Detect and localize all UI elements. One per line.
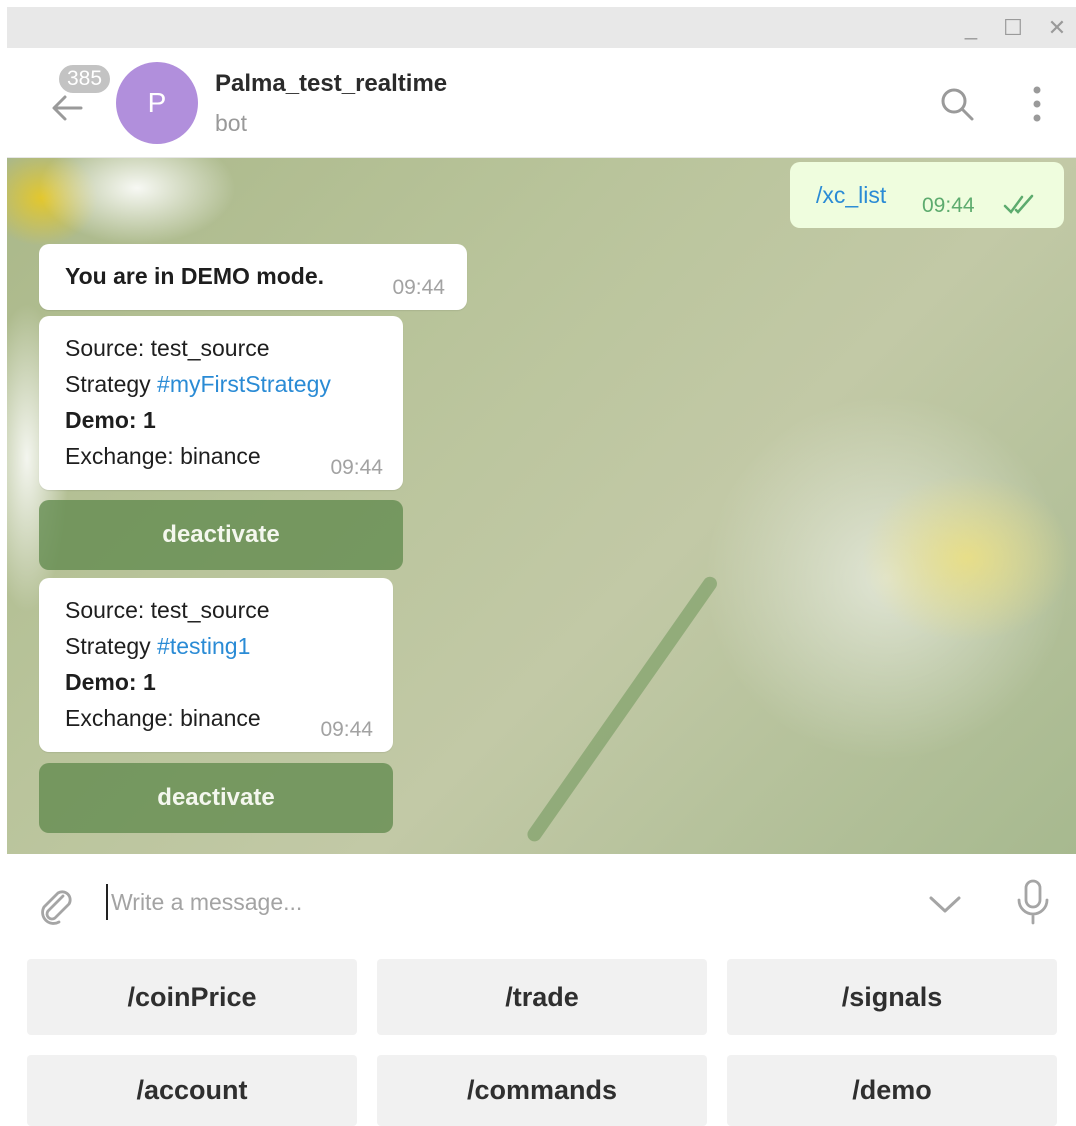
source-line: Source: test_source: [65, 597, 270, 623]
microphone-icon: [1017, 879, 1049, 925]
search-icon: [941, 88, 974, 121]
message-time: 09:44: [392, 276, 445, 299]
chat-status: bot: [215, 110, 247, 136]
message-text[interactable]: /xc_list: [816, 182, 886, 209]
voice-record-button[interactable]: [1013, 878, 1053, 926]
message-input[interactable]: [111, 880, 891, 924]
close-icon: ✕: [1047, 14, 1067, 40]
keyboard-button-signals[interactable]: /signals: [727, 959, 1057, 1035]
demo-line: Demo: 1: [65, 402, 377, 438]
incoming-message[interactable]: You are in DEMO mode. 09:44: [39, 244, 467, 310]
attach-button[interactable]: [33, 882, 77, 926]
close-button[interactable]: ✕: [1037, 7, 1076, 48]
double-check-icon: [1003, 194, 1034, 214]
more-menu-button[interactable]: [1019, 84, 1055, 124]
strategy-line: Strategy #testing1: [65, 628, 367, 664]
keyboard-button-demo[interactable]: /demo: [727, 1055, 1057, 1126]
keyboard-button-commands[interactable]: /commands: [377, 1055, 707, 1126]
message-time: 09:44: [330, 456, 383, 479]
strategy-hashtag-link[interactable]: #testing1: [157, 633, 250, 659]
toggle-keyboard-button[interactable]: [925, 884, 965, 924]
strategy-label: Strategy: [65, 371, 158, 397]
minimize-button[interactable]: _: [951, 7, 991, 48]
chevron-down-icon: [929, 896, 961, 913]
keyboard-button-account[interactable]: /account: [27, 1055, 357, 1126]
strategy-label: Strategy: [65, 633, 158, 659]
chat-header: 385 P Palma_test_realtime bot: [7, 48, 1076, 158]
keyboard-button-coinprice[interactable]: /coinPrice: [27, 959, 357, 1035]
demo-value: Demo: 1: [65, 407, 156, 433]
incoming-message[interactable]: Source: test_source Strategy #myFirstStr…: [39, 316, 403, 490]
maximize-icon: ☐: [1003, 14, 1023, 40]
outgoing-message[interactable]: /xc_list 09:44: [790, 162, 1064, 228]
demo-value: Demo: 1: [65, 669, 156, 695]
kebab-menu-icon: [1033, 86, 1041, 122]
paperclip-icon: [41, 890, 72, 925]
keyboard-button-trade[interactable]: /trade: [377, 959, 707, 1035]
message-list[interactable]: /xc_list 09:44 You are in DEMO mode. 09:…: [7, 158, 1076, 854]
strategy-line: Strategy #myFirstStrategy: [65, 366, 377, 402]
avatar[interactable]: P: [116, 62, 198, 144]
window-titlebar: _ ☐ ✕: [7, 7, 1076, 48]
message-time: 09:44: [320, 718, 373, 741]
message-text: You are in DEMO mode.: [65, 263, 324, 289]
bot-keyboard: /coinPrice /trade /signals /account /com…: [7, 950, 1076, 1126]
search-button[interactable]: [937, 84, 977, 124]
unread-badge: 385: [57, 63, 113, 95]
background-decoration: [524, 573, 720, 845]
message-time: 09:44: [922, 194, 975, 217]
chat-title[interactable]: Palma_test_realtime: [215, 70, 447, 98]
strategy-hashtag-link[interactable]: #myFirstStrategy: [157, 371, 331, 397]
incoming-message[interactable]: Source: test_source Strategy #testing1 D…: [39, 578, 393, 752]
text-cursor: [106, 884, 108, 920]
demo-line: Demo: 1: [65, 664, 367, 700]
maximize-button[interactable]: ☐: [993, 7, 1033, 48]
minimize-icon: _: [964, 14, 978, 40]
composer: [7, 854, 1076, 950]
source-line: Source: test_source: [65, 335, 270, 361]
deactivate-button[interactable]: deactivate: [39, 500, 403, 570]
deactivate-button[interactable]: deactivate: [39, 763, 393, 833]
